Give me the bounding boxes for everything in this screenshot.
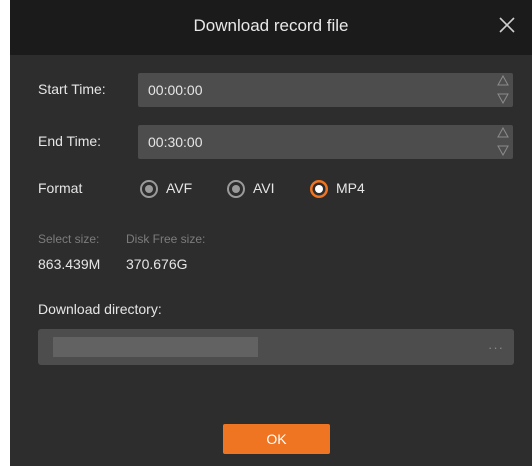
end-time-increment-icon[interactable] (497, 127, 509, 139)
format-option-label: MP4 (336, 180, 365, 196)
select-size-value: 863.439M (38, 256, 101, 272)
download-directory-label: Download directory: (38, 301, 162, 317)
start-time-input[interactable] (138, 73, 488, 107)
end-time-label: End Time: (38, 133, 102, 149)
disk-free-size-label: Disk Free size: (126, 232, 206, 246)
start-time-increment-icon[interactable] (497, 75, 509, 87)
disk-free-size-value: 370.676G (126, 256, 188, 272)
format-label: Format (38, 180, 83, 196)
radio-selected-icon (310, 180, 328, 198)
download-directory-field[interactable]: ··· (38, 329, 514, 365)
end-time-decrement-icon[interactable] (497, 144, 509, 156)
ok-button[interactable]: OK (223, 424, 330, 454)
end-time-input[interactable] (138, 125, 488, 159)
dialog-title: Download record file (193, 16, 349, 35)
close-icon[interactable] (496, 14, 518, 36)
end-time-field (138, 125, 513, 159)
title-bar: Download record file (10, 0, 532, 55)
download-dialog: Download record file Start Time: End Tim… (10, 0, 532, 466)
start-time-label: Start Time: (38, 81, 106, 97)
format-option-label: AVI (253, 180, 275, 196)
start-time-field (138, 73, 513, 107)
download-directory-path (53, 337, 258, 357)
start-time-decrement-icon[interactable] (497, 92, 509, 104)
radio-unselected-icon (227, 180, 245, 198)
format-option-label: AVF (166, 180, 193, 196)
select-size-label: Select size: (38, 232, 100, 246)
radio-unselected-icon (140, 180, 158, 198)
browse-button[interactable]: ··· (488, 340, 504, 355)
